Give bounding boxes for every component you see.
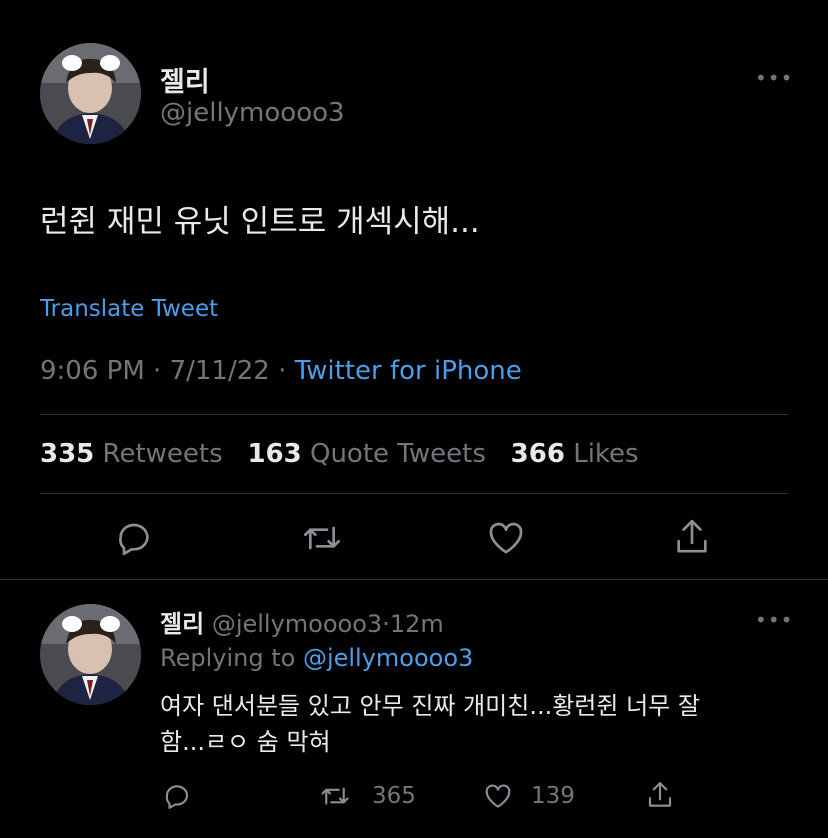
reply-age[interactable]: 12m [390,610,444,638]
reply-text-line: 여자 댄서분들 있고 안무 진짜 개미친...황런쥔 너무 잘 [160,692,700,720]
likes-label: Likes [573,439,639,469]
reply-like-count: 139 [531,783,575,809]
reply-retweet-count: 365 [372,783,416,809]
quote-tweets-count: 163 [247,439,302,469]
tweet-meta: 9:06 PM · 7/11/22 · Twitter for iPhone [40,356,522,386]
divider [40,493,788,494]
handle[interactable]: @jellymoooo3 [160,98,345,128]
separator: · [153,356,162,386]
reply-handle[interactable]: @jellymoooo3 [212,610,382,638]
replying-to-label: Replying to [160,644,296,672]
like-icon[interactable] [486,518,526,558]
retweets-stat[interactable]: 335 Retweets [40,439,231,469]
tweet-time: 9:06 PM [40,356,145,386]
retweets-count: 335 [40,439,95,469]
replying-to: Replying to @jellymoooo3 [160,644,473,672]
replying-to-handle[interactable]: @jellymoooo3 [303,644,473,672]
display-name[interactable]: 젤리 [160,60,210,99]
tweet-date: 7/11/22 [169,356,270,386]
reply-reply-icon[interactable] [162,781,192,811]
share-icon[interactable] [672,516,712,558]
reply-display-name[interactable]: 젤리 [160,610,204,638]
reply-retweet-icon[interactable] [318,781,352,811]
divider [0,579,828,580]
reply-more-options-icon[interactable]: ••• [755,610,793,630]
tweet-source-link[interactable]: Twitter for iPhone [295,356,522,386]
reply-avatar[interactable] [40,604,141,705]
quote-tweets-label: Quote Tweets [309,439,486,469]
more-options-icon[interactable]: ••• [755,68,793,88]
tweet-stats: 335 Retweets 163 Quote Tweets 366 Likes [40,439,639,469]
quote-tweets-stat[interactable]: 163 Quote Tweets [247,439,494,469]
reply-header: 젤리 @jellymoooo3·12m [160,604,444,639]
tweet-text: 런쥔 재민 유닛 인트로 개섹시해... [40,204,480,240]
likes-stat[interactable]: 366 Likes [511,439,639,469]
reply-like-icon[interactable] [483,781,513,811]
reply-text: 여자 댄서분들 있고 안무 진짜 개미친...황런쥔 너무 잘 함...ㄹㅇ 숨… [160,688,700,760]
reply-icon[interactable] [114,518,154,558]
reply-share-icon[interactable] [645,779,675,811]
avatar[interactable] [40,43,141,144]
retweets-label: Retweets [102,439,223,469]
separator: · [278,356,287,386]
divider [40,414,788,415]
retweet-icon[interactable] [300,518,344,558]
reply-text-line: 함...ㄹㅇ 숨 막혀 [160,728,331,756]
likes-count: 366 [510,439,565,469]
separator: · [382,610,390,638]
translate-tweet-link[interactable]: Translate Tweet [40,296,218,322]
